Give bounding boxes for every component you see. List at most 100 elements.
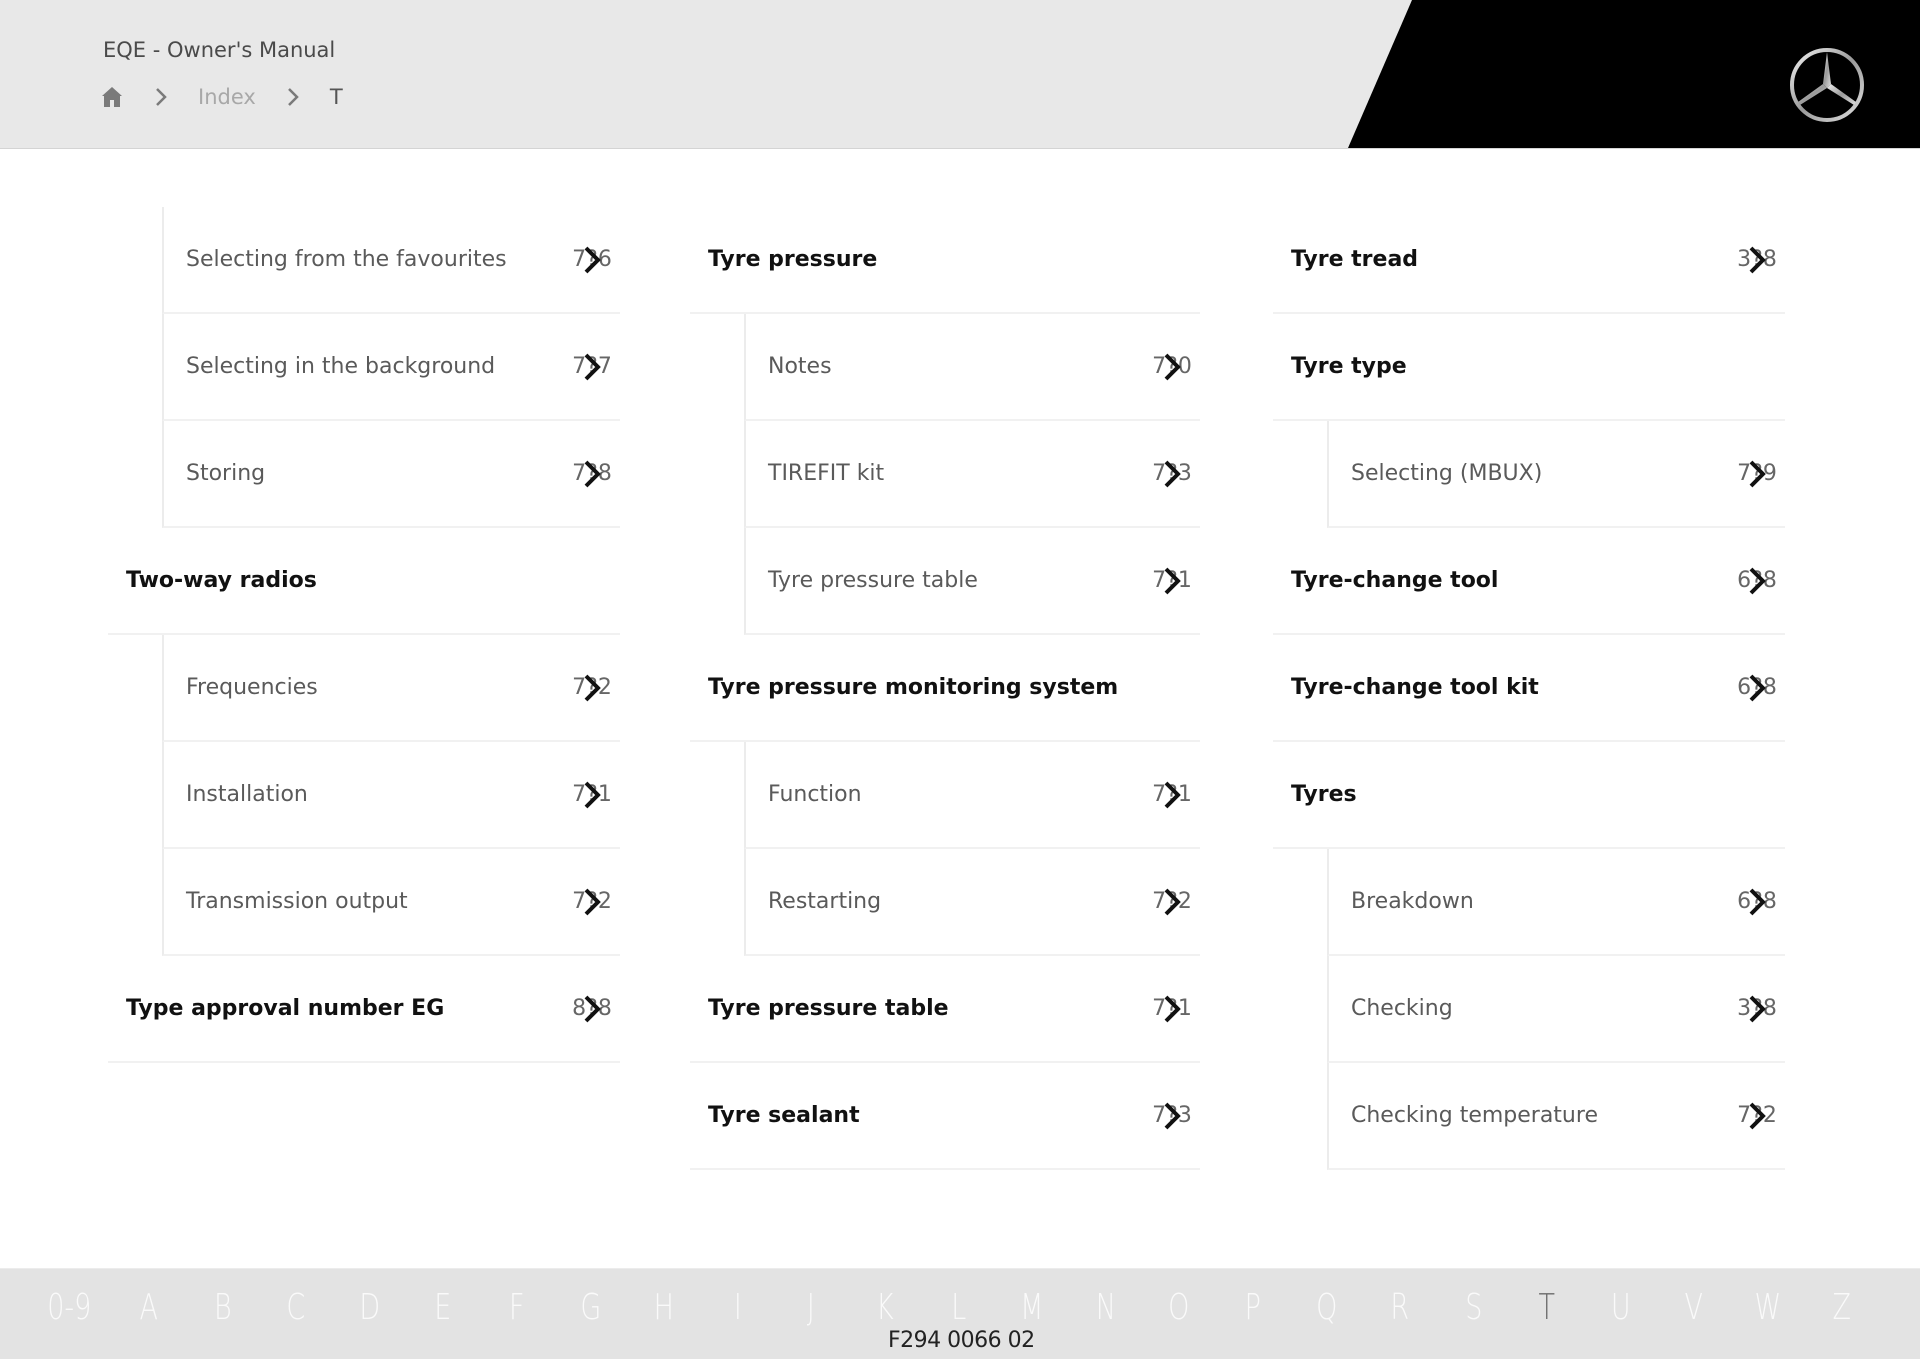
index-entry[interactable]: Tyre-change tool 6?8 bbox=[1273, 528, 1785, 635]
chevron-right-icon[interactable] bbox=[1743, 673, 1771, 703]
chevron-right-icon[interactable] bbox=[578, 352, 606, 382]
chevron-right-icon[interactable] bbox=[578, 459, 606, 489]
index-entry: Two-way radios bbox=[108, 528, 620, 635]
entry-label: TIREFIT kit bbox=[768, 461, 885, 486]
chevron-right-icon[interactable] bbox=[1743, 245, 1771, 275]
entry-label: Two-way radios bbox=[126, 568, 317, 593]
alphabet-letter-s[interactable]: S bbox=[1446, 1287, 1501, 1328]
alphabet-letter-f[interactable]: F bbox=[489, 1287, 544, 1328]
index-entry[interactable]: Type approval number EG 8?8 bbox=[108, 956, 620, 1063]
index-entry: Tyre pressure monitoring system bbox=[690, 635, 1200, 742]
index-column-3: Tyre tread 3?8 Tyre type Selecting (MBUX) 7?… bbox=[1273, 207, 1785, 1170]
index-entry: Tyre type bbox=[1273, 314, 1785, 421]
index-subentry[interactable]: Transmission output 7?2 bbox=[162, 849, 620, 956]
index-subentry[interactable]: Function 7?1 bbox=[744, 742, 1200, 849]
chevron-right-icon[interactable] bbox=[1158, 1101, 1186, 1131]
chevron-right-icon[interactable] bbox=[1158, 887, 1186, 917]
alphabet-letter-q[interactable]: Q bbox=[1299, 1287, 1354, 1328]
entry-label: Tyre-change tool kit bbox=[1291, 675, 1539, 700]
chevron-right-icon[interactable] bbox=[1743, 459, 1771, 489]
alphabet-letter-g[interactable]: G bbox=[563, 1287, 618, 1328]
chevron-right-icon bbox=[283, 86, 303, 108]
index-subentry[interactable]: Selecting in the background 7?7 bbox=[162, 314, 620, 421]
index-subentry[interactable]: Selecting from the favourites 7?6 bbox=[162, 207, 620, 314]
entry-label: Breakdown bbox=[1351, 889, 1474, 914]
chevron-right-icon[interactable] bbox=[578, 245, 606, 275]
alphabet-letter-k[interactable]: K bbox=[857, 1287, 912, 1328]
mercedes-star-logo[interactable] bbox=[1786, 44, 1868, 126]
document-code: F294 0066 02 bbox=[888, 1328, 1035, 1353]
index-subentry[interactable]: TIREFIT kit 7?3 bbox=[744, 421, 1200, 528]
breadcrumb: Index T bbox=[100, 82, 343, 112]
alphabet-list: 0-9 A B C D E F G H I J K L M N O P Q R S T U V W Z bbox=[38, 1287, 1920, 1328]
entry-label: Tyre sealant bbox=[708, 1103, 860, 1128]
alphabet-letter-p[interactable]: P bbox=[1225, 1287, 1280, 1328]
index-entry[interactable]: Tyre tread 3?8 bbox=[1273, 207, 1785, 314]
chevron-right-icon[interactable] bbox=[1743, 994, 1771, 1024]
home-icon[interactable] bbox=[100, 86, 124, 108]
chevron-right-icon[interactable] bbox=[578, 887, 606, 917]
chevron-right-icon[interactable] bbox=[578, 673, 606, 703]
index-subentry[interactable]: Checking temperature 7?2 bbox=[1327, 1063, 1785, 1170]
index-subentry[interactable]: Notes 7?0 bbox=[744, 314, 1200, 421]
index-entry[interactable]: Tyre pressure table 7?1 bbox=[690, 956, 1200, 1063]
chevron-right-icon[interactable] bbox=[1743, 887, 1771, 917]
alphabet-letter-r[interactable]: R bbox=[1372, 1287, 1427, 1328]
index-subentry[interactable]: Checking 3?8 bbox=[1327, 956, 1785, 1063]
alphabet-letter-l[interactable]: L bbox=[931, 1287, 986, 1328]
breadcrumb-index[interactable]: Index bbox=[198, 85, 256, 109]
entry-label: Selecting from the favourites bbox=[186, 247, 507, 272]
alphabet-letter-n[interactable]: N bbox=[1078, 1287, 1133, 1328]
chevron-right-icon[interactable] bbox=[1158, 994, 1186, 1024]
entry-label: Tyres bbox=[1291, 782, 1357, 807]
chevron-right-icon[interactable] bbox=[1158, 780, 1186, 810]
index-entry[interactable]: Tyre sealant 7?3 bbox=[690, 1063, 1200, 1170]
chevron-right-icon[interactable] bbox=[1158, 352, 1186, 382]
alphabet-letter-v[interactable]: V bbox=[1667, 1287, 1722, 1328]
alphabet-letter-t[interactable]: T bbox=[1519, 1287, 1574, 1328]
chevron-right-icon[interactable] bbox=[1743, 1101, 1771, 1131]
alphabet-letter-w[interactable]: W bbox=[1740, 1287, 1795, 1328]
chevron-right-icon[interactable] bbox=[1158, 459, 1186, 489]
index-subentry[interactable]: Tyre pressure table 7?1 bbox=[744, 528, 1200, 635]
entry-label: Restarting bbox=[768, 889, 882, 914]
entry-label: Tyre type bbox=[1291, 354, 1407, 379]
alphabet-letter-a[interactable]: A bbox=[121, 1287, 176, 1328]
index-entry: Tyre pressure bbox=[690, 207, 1200, 314]
breadcrumb-current: T bbox=[329, 85, 343, 109]
index-subentry[interactable]: Frequencies 7?2 bbox=[162, 635, 620, 742]
entry-label: Function bbox=[768, 782, 862, 807]
chevron-right-icon[interactable] bbox=[578, 780, 606, 810]
entry-label: Transmission output bbox=[186, 889, 408, 914]
alphabet-letter-u[interactable]: U bbox=[1593, 1287, 1648, 1328]
alphabet-letter-i[interactable]: I bbox=[710, 1287, 765, 1328]
alphabet-letter-d[interactable]: D bbox=[342, 1287, 397, 1328]
index-subentry[interactable]: Storing 7?8 bbox=[162, 421, 620, 528]
entry-label: Tyre-change tool bbox=[1291, 568, 1499, 593]
index-entry: Tyres bbox=[1273, 742, 1785, 849]
index-subentry[interactable]: Restarting 7?2 bbox=[744, 849, 1200, 956]
entry-label: Selecting (MBUX) bbox=[1351, 461, 1543, 486]
alphabet-letter-z[interactable]: Z bbox=[1814, 1287, 1869, 1328]
chevron-right-icon bbox=[151, 86, 171, 108]
chevron-right-icon[interactable] bbox=[1743, 566, 1771, 596]
index-subentry[interactable]: Selecting (MBUX) 7?9 bbox=[1327, 421, 1785, 528]
entry-label: Tyre pressure table bbox=[768, 568, 978, 593]
alphabet-letter-b[interactable]: B bbox=[195, 1287, 250, 1328]
index-entry[interactable]: Tyre-change tool kit 6?8 bbox=[1273, 635, 1785, 742]
index-subentry[interactable]: Installation 7?1 bbox=[162, 742, 620, 849]
entry-label: Checking bbox=[1351, 996, 1453, 1021]
alphabet-letter-0-9[interactable]: 0-9 bbox=[47, 1287, 103, 1328]
alphabet-letter-o[interactable]: O bbox=[1152, 1287, 1207, 1328]
chevron-right-icon[interactable] bbox=[1158, 566, 1186, 596]
chevron-right-icon[interactable] bbox=[578, 994, 606, 1024]
alphabet-letter-m[interactable]: M bbox=[1004, 1287, 1059, 1328]
entry-label: Tyre pressure monitoring system bbox=[708, 675, 1119, 700]
alphabet-letter-j[interactable]: J bbox=[784, 1287, 839, 1328]
alphabet-letter-e[interactable]: E bbox=[416, 1287, 471, 1328]
index-column-2: Tyre pressure Notes 7?0 TIREFIT kit 7?3 Tyre … bbox=[690, 207, 1200, 1170]
index-subentry[interactable]: Breakdown 6?8 bbox=[1327, 849, 1785, 956]
entry-label: Tyre pressure table bbox=[708, 996, 949, 1021]
alphabet-letter-h[interactable]: H bbox=[636, 1287, 691, 1328]
alphabet-letter-c[interactable]: C bbox=[268, 1287, 323, 1328]
